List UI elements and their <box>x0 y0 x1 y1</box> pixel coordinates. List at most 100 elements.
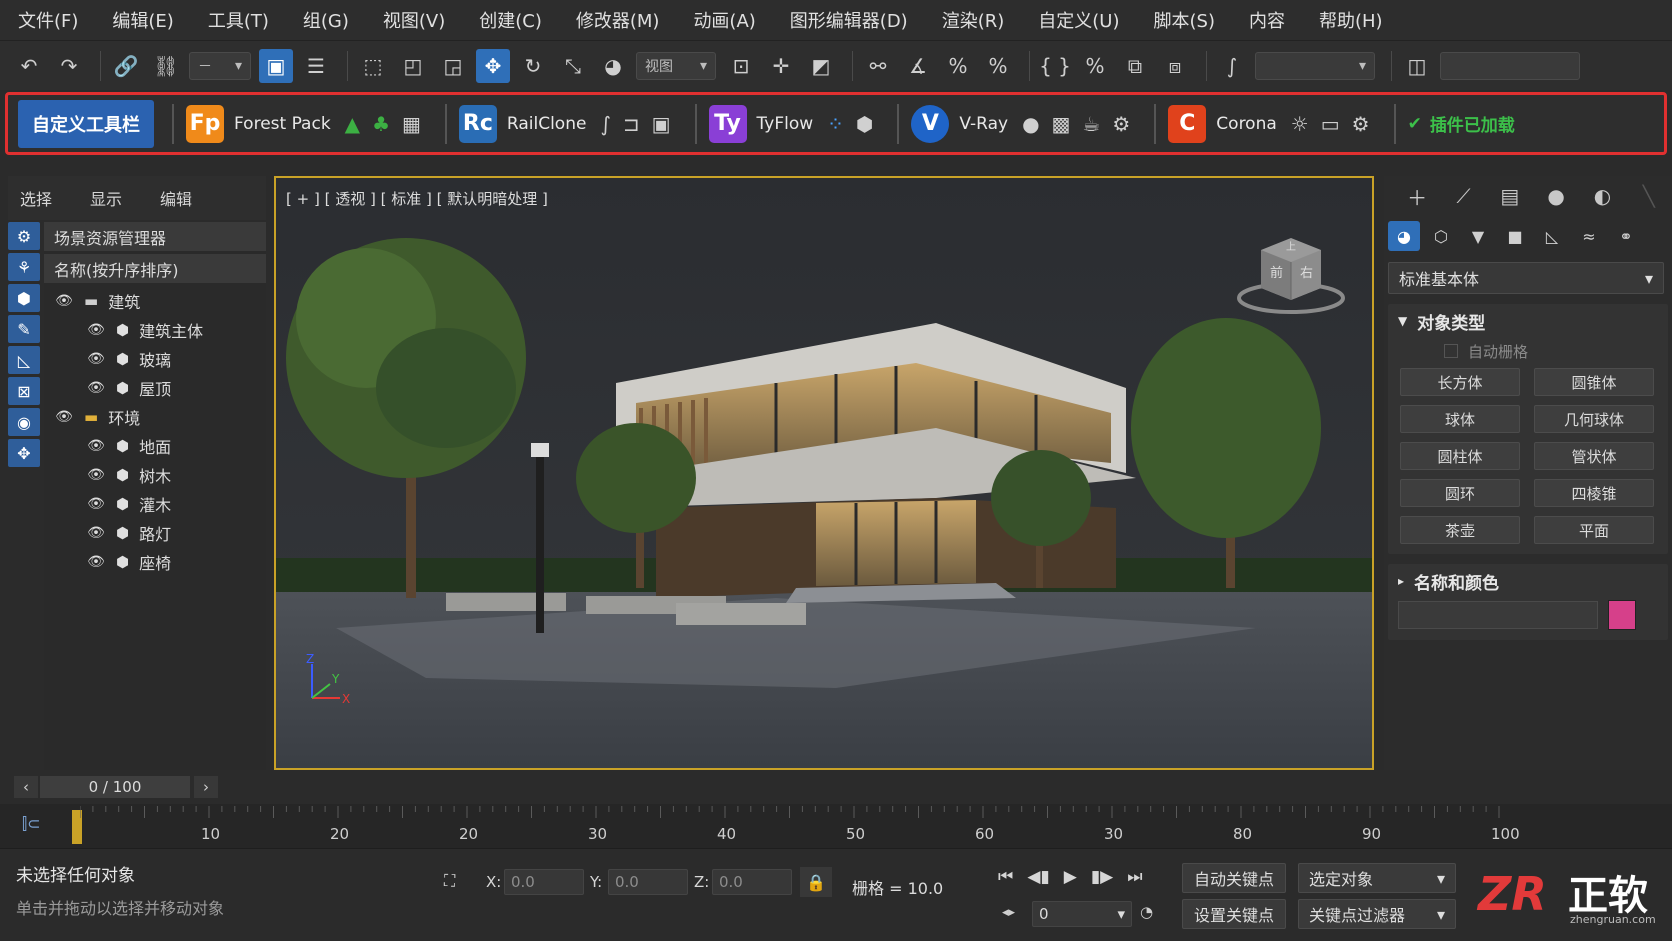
tab-select[interactable]: 选择 <box>20 186 52 210</box>
custom-toolbar-button[interactable]: 自定义工具栏 <box>18 99 154 148</box>
visibility-eye-icon[interactable]: 👁 <box>86 322 106 338</box>
render-setup-icon[interactable]: ◫ <box>1400 49 1434 83</box>
tab-display[interactable]: 显示 <box>90 186 122 210</box>
transform-icon[interactable]: ✥ <box>8 439 40 467</box>
spline-icon[interactable]: ∫ <box>600 112 610 136</box>
primitive-button[interactable]: 圆锥体 <box>1534 368 1654 396</box>
menu-item-2[interactable]: 工具(T) <box>208 7 269 33</box>
plugin-railclone[interactable]: Rc RailClone ∫ ⊐ ▣ <box>458 104 683 143</box>
cube-icon[interactable]: ⬢ <box>856 112 873 136</box>
ref-coord-dropdown[interactable]: 视图 ▾ <box>636 51 716 80</box>
next-frame-arrow-icon[interactable]: › <box>194 776 218 798</box>
geometry-icon[interactable]: ⬢ <box>8 284 40 312</box>
scene-tree-row[interactable]: 👁 ⬢ 灌木 <box>44 489 266 518</box>
align-icon[interactable]: ⧉ <box>1118 49 1152 83</box>
auto-key-button[interactable]: 自动关键点 <box>1182 863 1286 893</box>
primitive-button[interactable]: 管状体 <box>1534 442 1654 470</box>
absolute-mode-icon[interactable]: ⛶ <box>444 871 455 891</box>
cameras-icon[interactable]: ■ <box>1499 221 1531 251</box>
menu-item-7[interactable]: 动画(A) <box>693 7 755 33</box>
menu-item-11[interactable]: 脚本(S) <box>1154 7 1215 33</box>
object-type-header[interactable]: ▼ 对象类型 <box>1388 304 1668 338</box>
primitive-button[interactable]: 圆环 <box>1400 479 1520 507</box>
named-sets-dropdown[interactable]: ▾ <box>1255 51 1375 80</box>
pivot-icon[interactable]: ⊡ <box>724 49 758 83</box>
select-object-icon[interactable]: ▣ <box>259 48 293 83</box>
play-icon[interactable]: ▶ <box>1064 867 1077 887</box>
menu-item-13[interactable]: 帮助(H) <box>1319 7 1383 33</box>
layer-icon[interactable]: ⧈ <box>1158 49 1192 83</box>
snap-toggle-icon[interactable]: ⚯ <box>861 49 895 83</box>
shapes-icon[interactable]: ⬡ <box>1425 221 1457 251</box>
camera-icon[interactable]: ◉ <box>8 408 40 436</box>
frame-icon[interactable]: ⊠ <box>8 377 40 405</box>
move-icon[interactable]: ✥ <box>476 48 510 83</box>
redo-icon[interactable]: ↷ <box>52 49 86 83</box>
scene-tree-row[interactable]: 👁 ⬢ 屋顶 <box>44 373 266 402</box>
scale-icon[interactable]: ⤡ <box>556 49 590 83</box>
unlink-icon[interactable]: ⛓ <box>149 49 183 83</box>
primitive-button[interactable]: 茶壶 <box>1400 516 1520 544</box>
menu-item-4[interactable]: 视图(V) <box>383 7 445 33</box>
visibility-eye-icon[interactable]: 👁 <box>86 554 106 570</box>
tab-edit[interactable]: 编辑 <box>160 186 192 210</box>
z-coordinate-field[interactable]: 0.0 <box>712 869 792 895</box>
keyboard-shortcut-icon[interactable]: ◩ <box>804 49 838 83</box>
box-style-icon[interactable]: ▣ <box>652 112 671 136</box>
visibility-eye-icon[interactable]: 👁 <box>86 525 106 541</box>
angle-snap-icon[interactable]: ∡ <box>901 49 935 83</box>
viewcube-top-face[interactable]: 上 <box>1286 238 1296 253</box>
primitive-button[interactable]: 几何球体 <box>1534 405 1654 433</box>
set-key-button[interactable]: 设置关键点 <box>1182 899 1286 929</box>
plugin-corona[interactable]: C Corona ☼ ▭ ⚙ <box>1168 104 1381 143</box>
helpers-icon[interactable]: ◺ <box>1536 221 1568 251</box>
time-config-icon[interactable]: ◔ <box>1140 903 1153 921</box>
motion-tab-icon[interactable]: ● <box>1533 184 1579 208</box>
modify-tab-icon[interactable]: ⟋ <box>1440 184 1486 208</box>
next-key-icon[interactable]: ▮▶ <box>1091 867 1113 887</box>
key-mode-toggle-icon[interactable]: ◂▸ <box>1002 905 1015 920</box>
plugin-tyflow[interactable]: Ty TyFlow ⁘ ⬢ <box>708 104 886 143</box>
primitive-button[interactable]: 圆柱体 <box>1400 442 1520 470</box>
primitive-button[interactable]: 平面 <box>1534 516 1654 544</box>
scene-tree-row[interactable]: 👁 ⬢ 座椅 <box>44 547 266 576</box>
link-icon[interactable]: 🔗 <box>109 49 143 83</box>
scene-tree-row[interactable]: 👁 ▬ 建筑 <box>44 286 266 315</box>
scene-tree-row[interactable]: 👁 ⬢ 玻璃 <box>44 344 266 373</box>
hierarchy-icon[interactable]: ⚘ <box>8 253 40 281</box>
primitive-button[interactable]: 长方体 <box>1400 368 1520 396</box>
stairs-icon[interactable]: ⊐ <box>623 112 640 136</box>
y-coordinate-field[interactable]: 0.0 <box>608 869 688 895</box>
utilities-tab-icon[interactable]: ╲ <box>1626 184 1672 208</box>
visibility-eye-icon[interactable]: 👁 <box>86 467 106 483</box>
spinner-snap-icon[interactable]: % <box>981 49 1015 83</box>
current-frame-field[interactable]: 0 ▾ <box>1032 901 1132 927</box>
brush-icon[interactable]: ✎ <box>8 315 40 343</box>
time-slider-thumb[interactable]: 0 / 100 <box>40 776 190 798</box>
curve-editor-mini-icon[interactable]: ⫿⊂ <box>22 814 41 834</box>
systems-icon[interactable]: ⚭ <box>1610 221 1642 251</box>
menu-item-8[interactable]: 图形编辑器(D) <box>790 7 908 33</box>
select-manipulate-icon[interactable]: ✛ <box>764 49 798 83</box>
object-color-swatch[interactable] <box>1608 600 1636 630</box>
scene-tree-row[interactable]: 👁 ⬢ 建筑主体 <box>44 315 266 344</box>
tree-icon[interactable]: ▲ <box>345 112 360 136</box>
primitive-button[interactable]: 球体 <box>1400 405 1520 433</box>
settings-gear-icon[interactable]: ⚙ <box>1112 112 1130 136</box>
monitor-icon[interactable]: ▭ <box>1321 112 1340 136</box>
key-filters-dropdown[interactable]: 关键点过滤器 ▾ <box>1298 899 1456 929</box>
display-tab-icon[interactable]: ◐ <box>1579 184 1625 208</box>
percent-snap-icon[interactable]: % <box>941 49 975 83</box>
viewcube-right-face[interactable]: 右 <box>1300 262 1313 281</box>
key-target-dropdown[interactable]: 选定对象 ▾ <box>1298 863 1456 893</box>
lights-icon[interactable]: ▼ <box>1462 221 1494 251</box>
render-field[interactable] <box>1440 51 1580 80</box>
go-to-end-icon[interactable]: ⏭ <box>1127 867 1142 887</box>
visibility-eye-icon[interactable]: 👁 <box>86 351 106 367</box>
viewcube-front-face[interactable]: 前 <box>1270 262 1283 281</box>
visibility-eye-icon[interactable]: 👁 <box>86 438 106 454</box>
primitive-button[interactable]: 四棱锥 <box>1534 479 1654 507</box>
menu-item-0[interactable]: 文件(F) <box>18 7 78 33</box>
viewport-label[interactable]: [ + ] [ 透视 ] [ 标准 ] [ 默认明暗处理 ] <box>286 188 548 209</box>
perspective-viewport[interactable]: [ + ] [ 透视 ] [ 标准 ] [ 默认明暗处理 ] 前 右 上 Z Y… <box>274 176 1374 770</box>
